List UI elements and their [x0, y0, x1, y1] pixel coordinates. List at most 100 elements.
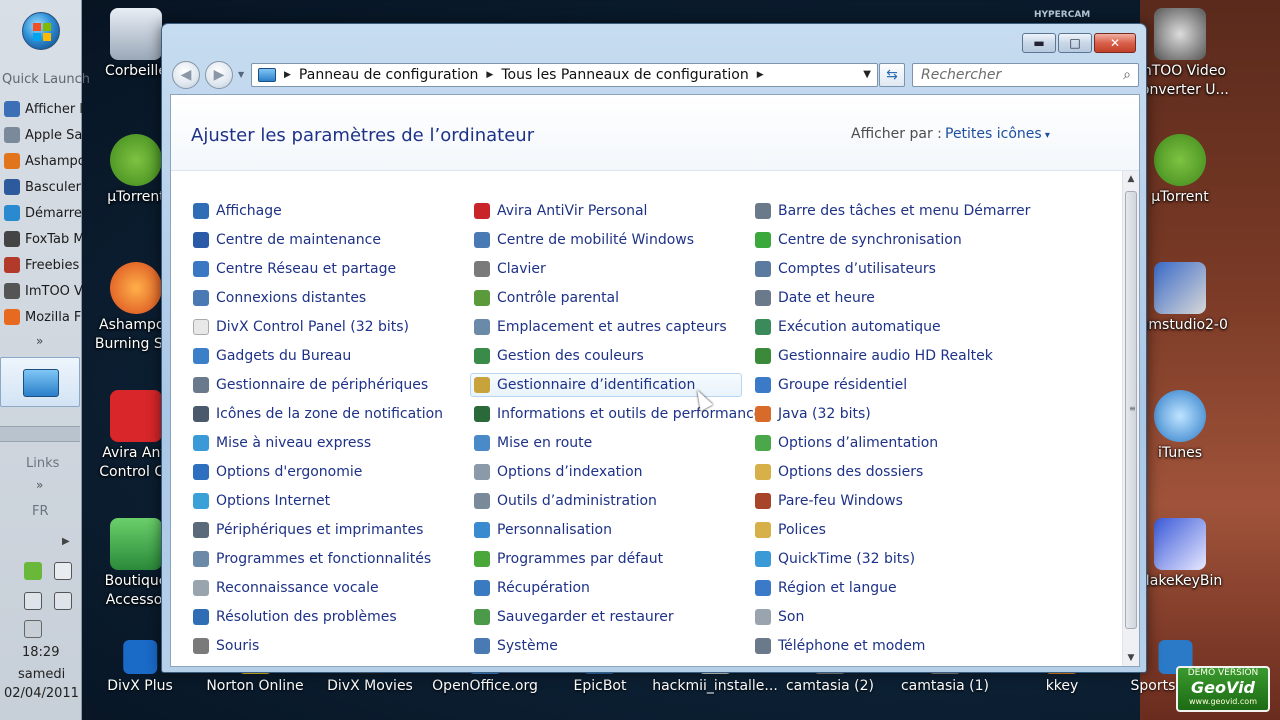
control-panel-item[interactable]: Connexions distantes: [189, 286, 470, 310]
control-panel-item[interactable]: Options Internet: [189, 489, 470, 513]
control-panel-item[interactable]: Mise en route: [470, 431, 751, 455]
control-panel-item[interactable]: Téléphone et modem: [751, 634, 1032, 658]
device-tray-icon[interactable]: [54, 592, 72, 610]
desktop-icon-bottom[interactable]: Norton Online: [206, 640, 304, 694]
control-panel-item[interactable]: Comptes d’utilisateurs: [751, 257, 1032, 281]
view-by-dropdown[interactable]: Petites icônes: [945, 126, 1050, 142]
quick-launch-item[interactable]: Afficher l: [4, 96, 82, 122]
links-more-icon[interactable]: »: [36, 478, 43, 492]
control-panel-item[interactable]: Gestionnaire audio HD Realtek: [751, 344, 1032, 368]
control-panel-item[interactable]: Centre de synchronisation: [751, 228, 1032, 252]
control-panel-item[interactable]: Java (32 bits): [751, 402, 1032, 426]
start-button[interactable]: [22, 12, 60, 50]
security-tray-icon[interactable]: [24, 562, 42, 580]
control-panel-item[interactable]: Programmes par défaut: [470, 547, 751, 571]
control-panel-item[interactable]: Récupération: [470, 576, 751, 600]
desktop-icon-bottom[interactable]: DivX Plus: [107, 640, 173, 694]
desktop-icon-bottom[interactable]: camtasia (2): [786, 640, 874, 694]
control-panel-item[interactable]: Reconnaissance vocale: [189, 576, 470, 600]
scroll-up-icon[interactable]: ▲: [1123, 171, 1139, 187]
scroll-thumb[interactable]: ≡: [1125, 191, 1137, 629]
links-label[interactable]: Links: [26, 456, 59, 471]
quick-launch-item[interactable]: Apple Sa: [4, 122, 82, 148]
control-panel-item[interactable]: Groupe résidentiel: [751, 373, 1032, 397]
network-tray-icon[interactable]: [24, 620, 42, 638]
taskbar-button-control-panel[interactable]: [0, 357, 80, 407]
desktop-icon-bottom[interactable]: camtasia (1): [901, 640, 989, 694]
volume-tray-icon[interactable]: [24, 592, 42, 610]
minimize-button[interactable]: ▬: [1022, 33, 1056, 53]
control-panel-item[interactable]: Options d'ergonomie: [189, 460, 470, 484]
control-panel-item[interactable]: Avira AntiVir Personal: [470, 199, 751, 223]
address-bar[interactable]: ▶ Panneau de configuration ▶ Tous les Pa…: [251, 63, 878, 87]
control-panel-item[interactable]: Souris: [189, 634, 470, 658]
control-panel-item[interactable]: Clavier: [470, 257, 751, 281]
address-dropdown-icon[interactable]: ▼: [863, 69, 871, 80]
quick-launch-item[interactable]: Ashampo: [4, 148, 82, 174]
control-panel-item[interactable]: QuickTime (32 bits): [751, 547, 1032, 571]
quick-launch-item[interactable]: Basculer: [4, 174, 82, 200]
forward-button[interactable]: ▶: [205, 61, 233, 89]
breadcrumb-separator-icon[interactable]: ▶: [284, 70, 291, 80]
control-panel-item[interactable]: Centre de mobilité Windows: [470, 228, 751, 252]
desktop-icon-bottom[interactable]: kkey: [1045, 640, 1079, 694]
scroll-down-icon[interactable]: ▼: [1123, 650, 1139, 666]
refresh-button[interactable]: ⇆: [879, 63, 905, 87]
control-panel-item[interactable]: Options d’indexation: [470, 460, 751, 484]
control-panel-item[interactable]: Mise à niveau express: [189, 431, 470, 455]
control-panel-item[interactable]: Emplacement et autres capteurs: [470, 315, 751, 339]
control-panel-item[interactable]: Résolution des problèmes: [189, 605, 470, 629]
quick-launch-item[interactable]: Démarrer: [4, 200, 82, 226]
control-panel-item[interactable]: Système: [470, 634, 751, 658]
control-panel-item[interactable]: DivX Control Panel (32 bits): [189, 315, 470, 339]
control-panel-item[interactable]: Gestion des couleurs: [470, 344, 751, 368]
tray-expand-icon[interactable]: ▶: [62, 536, 70, 547]
control-panel-item[interactable]: Région et langue: [751, 576, 1032, 600]
control-panel-item[interactable]: Options des dossiers: [751, 460, 1032, 484]
desktop-icon-bottom[interactable]: OpenOffice.org: [432, 640, 538, 694]
close-button[interactable]: ✕: [1094, 33, 1136, 53]
desktop-icon-bottom[interactable]: hackmii_installe...: [652, 640, 778, 694]
control-panel-item[interactable]: Contrôle parental: [470, 286, 751, 310]
history-dropdown-icon[interactable]: ▼: [238, 70, 244, 79]
control-panel-item[interactable]: Outils d’administration: [470, 489, 751, 513]
desktop-icon-bottom[interactable]: DivX Movies: [327, 640, 413, 694]
quick-launch-item[interactable]: FoxTab M: [4, 226, 82, 252]
control-panel-item[interactable]: Date et heure: [751, 286, 1032, 310]
watermark-brand: GeoVid: [1190, 678, 1255, 697]
control-panel-item[interactable]: Gestionnaire de périphériques: [189, 373, 470, 397]
control-panel-item[interactable]: Centre Réseau et partage: [189, 257, 470, 281]
control-panel-item[interactable]: Options d’alimentation: [751, 431, 1032, 455]
quick-launch-more-icon[interactable]: »: [36, 334, 43, 348]
control-panel-item[interactable]: Pare-feu Windows: [751, 489, 1032, 513]
back-button[interactable]: ◀: [172, 61, 200, 89]
breadcrumb-separator-icon[interactable]: ▶: [757, 70, 764, 80]
control-panel-item[interactable]: Sauvegarder et restaurer: [470, 605, 751, 629]
breadcrumb-all-panels[interactable]: Tous les Panneaux de configuration: [501, 67, 748, 83]
control-panel-item[interactable]: Centre de maintenance: [189, 228, 470, 252]
flag-tray-icon[interactable]: [54, 562, 72, 580]
search-input[interactable]: Rechercher ⌕: [912, 63, 1139, 87]
quick-launch-item[interactable]: Mozilla F: [4, 304, 82, 330]
control-panel-item[interactable]: Icônes de la zone de notification: [189, 402, 470, 426]
quick-launch-item[interactable]: ImTOO V: [4, 278, 82, 304]
search-icon[interactable]: ⌕: [1123, 67, 1131, 83]
control-panel-item[interactable]: Personnalisation: [470, 518, 751, 542]
breadcrumb-separator-icon[interactable]: ▶: [486, 70, 493, 80]
control-panel-item[interactable]: Barre des tâches et menu Démarrer: [751, 199, 1032, 223]
control-panel-item[interactable]: Polices: [751, 518, 1032, 542]
language-indicator[interactable]: FR: [32, 504, 49, 519]
vertical-scrollbar[interactable]: ▲ ≡ ▼: [1122, 171, 1139, 666]
quick-launch-item[interactable]: Freebies: [4, 252, 82, 278]
breadcrumb-control-panel[interactable]: Panneau de configuration: [299, 67, 478, 83]
control-panel-item-label: Options d'ergonomie: [216, 464, 363, 480]
taskbar-scroll-strip[interactable]: [0, 426, 80, 442]
control-panel-item[interactable]: Programmes et fonctionnalités: [189, 547, 470, 571]
control-panel-item[interactable]: Gadgets du Bureau: [189, 344, 470, 368]
maximize-button[interactable]: □: [1058, 33, 1092, 53]
control-panel-item[interactable]: Périphériques et imprimantes: [189, 518, 470, 542]
control-panel-item[interactable]: Son: [751, 605, 1032, 629]
control-panel-item[interactable]: Exécution automatique: [751, 315, 1032, 339]
control-panel-item[interactable]: Affichage: [189, 199, 470, 223]
desktop-icon-bottom[interactable]: EpicBot: [574, 640, 626, 694]
